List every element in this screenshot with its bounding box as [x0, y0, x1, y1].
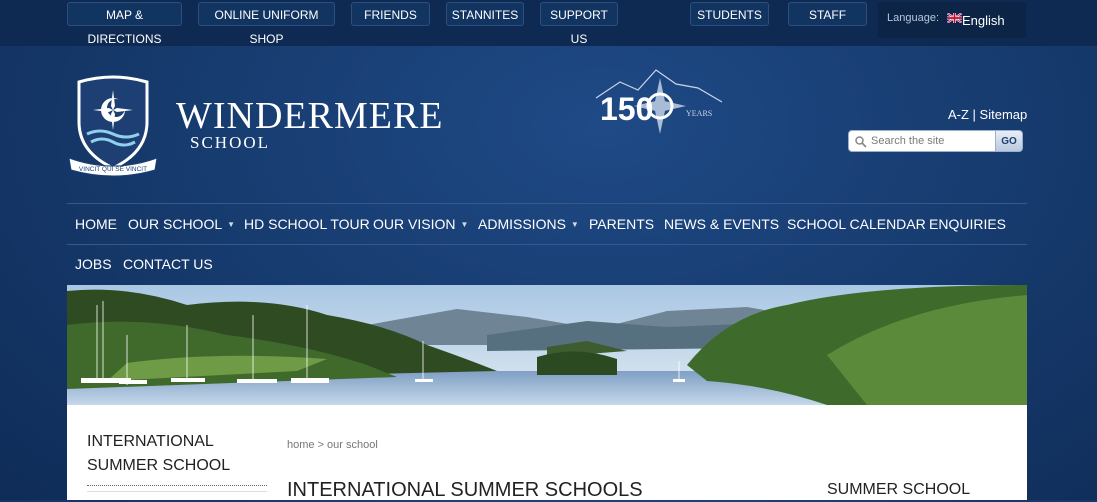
az-sitemap-links[interactable]: A-Z | Sitemap: [948, 107, 1027, 122]
school-name: WINDERMERE: [176, 95, 444, 137]
chevron-down-icon: ▼: [460, 220, 469, 229]
stannites-button[interactable]: STANNITES: [446, 2, 524, 26]
nav-home[interactable]: HOME: [75, 216, 117, 232]
search-icon: [855, 136, 867, 148]
search-input[interactable]: [869, 131, 997, 151]
nav-divider-middle: [67, 244, 1027, 245]
support-us-button[interactable]: SUPPORT US: [540, 2, 618, 46]
school-subtitle: SCHOOL: [190, 133, 271, 152]
staff-button[interactable]: STAFF: [788, 2, 867, 26]
nav-jobs[interactable]: JOBS: [75, 256, 112, 272]
crest-motto: VINCIT QUI SE VINCIT: [79, 166, 147, 173]
sidebar-divider-secondary: [87, 491, 267, 492]
search-go-button[interactable]: GO: [995, 130, 1023, 152]
nav-contact-us[interactable]: CONTACT US: [123, 256, 213, 272]
nav-hd-school-tour[interactable]: HD SCHOOL TOUR: [244, 216, 370, 232]
chevron-down-icon: ▼: [570, 220, 579, 229]
breadcrumb[interactable]: home > our school: [287, 439, 378, 451]
anniversary-word: YEARS: [686, 109, 712, 118]
students-button[interactable]: STUDENTS: [690, 2, 769, 26]
150-years-emblem: 150 YEARS: [595, 69, 723, 134]
language-value[interactable]: English: [962, 13, 1005, 28]
sidebar-divider: [87, 485, 267, 486]
anniversary-number: 150: [600, 91, 653, 127]
main-content: INTERNATIONAL SUMMER SCHOOL home > our s…: [67, 405, 1027, 501]
uk-flag-icon: [947, 13, 962, 23]
language-label: Language:: [887, 12, 939, 24]
chevron-down-icon: ▼: [227, 220, 236, 229]
search-box: [848, 130, 997, 152]
school-crest-logo[interactable]: VINCIT QUI SE VINCIT: [67, 70, 159, 182]
map-directions-button[interactable]: MAP & DIRECTIONS: [67, 2, 182, 46]
nav-enquiries[interactable]: ENQUIRIES: [929, 216, 1006, 232]
sidebar-title[interactable]: INTERNATIONAL SUMMER SCHOOL: [87, 430, 267, 478]
right-column-title: SUMMER SCHOOL: [827, 481, 971, 498]
nav-divider-top: [67, 203, 1027, 204]
nav-admissions[interactable]: ADMISSIONS ▼: [478, 216, 579, 232]
lake-windermere-banner: [67, 285, 1027, 405]
nav-our-school[interactable]: OUR SCHOOL ▼: [128, 216, 235, 232]
page-title: INTERNATIONAL SUMMER SCHOOLS: [287, 479, 643, 501]
nav-parents[interactable]: PARENTS: [589, 216, 654, 232]
online-uniform-shop-button[interactable]: ONLINE UNIFORM SHOP: [198, 2, 335, 46]
friends-button[interactable]: FRIENDS: [351, 2, 430, 26]
nav-school-calendar[interactable]: SCHOOL CALENDAR: [787, 216, 926, 232]
nav-our-vision[interactable]: OUR VISION ▼: [373, 216, 468, 232]
nav-news-events[interactable]: NEWS & EVENTS: [664, 216, 779, 232]
